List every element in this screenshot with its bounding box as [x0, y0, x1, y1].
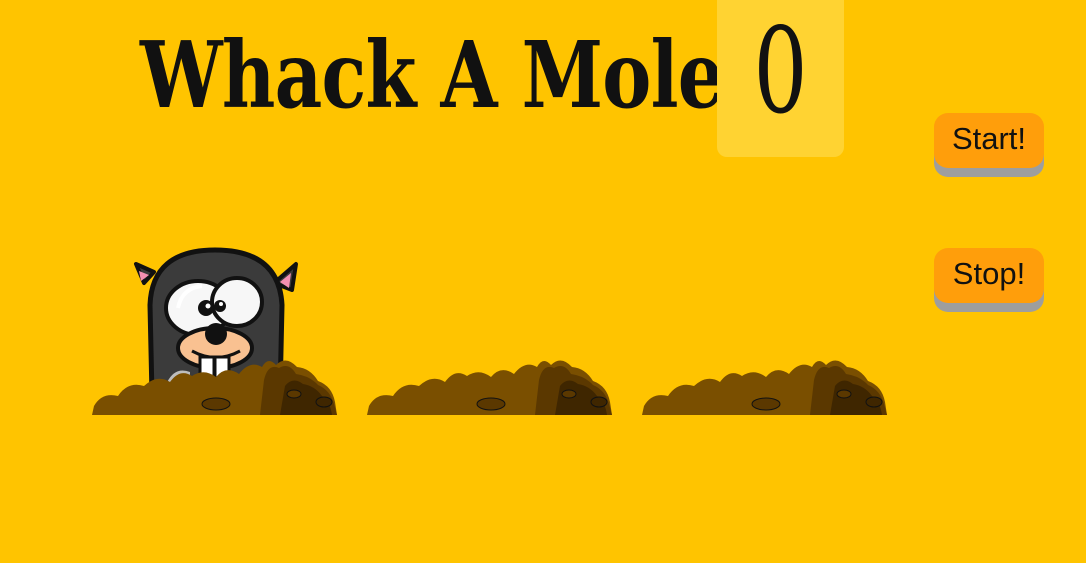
score-display: 0 [717, 0, 844, 157]
mole-hole-2[interactable] [367, 220, 612, 415]
start-button[interactable]: Start! [934, 113, 1044, 168]
mole-hole-1[interactable] [92, 220, 337, 415]
dirt-mound-icon [367, 360, 612, 415]
mole-hole-3[interactable] [642, 220, 887, 415]
dirt-mound-icon [642, 360, 887, 415]
game-title: Whack A Mole! [140, 21, 756, 129]
score-value: 0 [753, 2, 808, 140]
stop-button[interactable]: Stop! [934, 248, 1044, 303]
mole-icon[interactable] [92, 220, 337, 415]
